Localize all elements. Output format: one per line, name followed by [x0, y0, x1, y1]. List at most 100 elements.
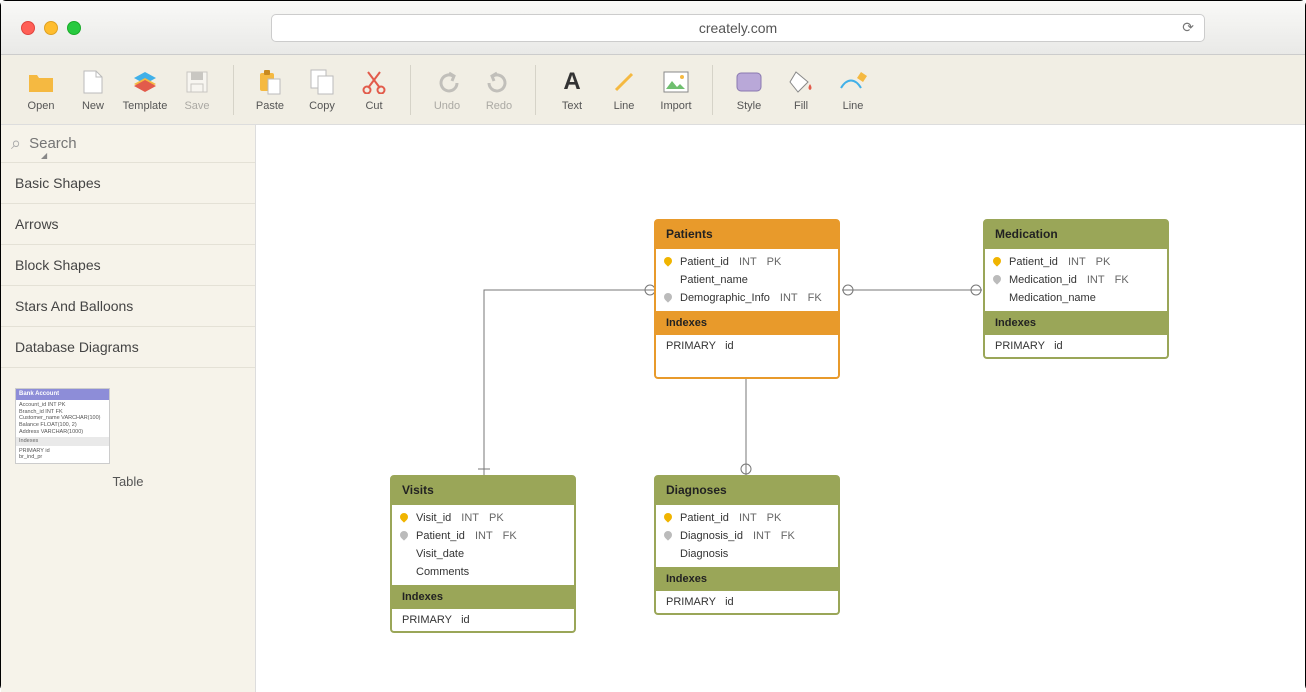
url-text: creately.com [699, 20, 777, 36]
import-button[interactable]: Import [650, 68, 702, 112]
thumb-body: Account_id INT PK Branch_id INT FK Custo… [16, 400, 109, 437]
shape-palette: Bank Account Account_id INT PK Branch_id… [1, 368, 255, 509]
style-button[interactable]: Style [723, 68, 775, 112]
sidebar-item-database-diagrams[interactable]: Database Diagrams [1, 327, 255, 368]
open-button[interactable]: Open [15, 68, 67, 112]
fill-icon [787, 68, 815, 96]
text-icon: A [558, 68, 586, 96]
line-style-button[interactable]: Line [827, 68, 879, 112]
cut-icon [360, 68, 388, 96]
cut-label: Cut [365, 100, 382, 112]
table-header: Diagnoses [656, 477, 838, 505]
maximize-window-button[interactable] [67, 21, 81, 35]
table-header: Medication [985, 221, 1167, 249]
sidebar-item-arrows[interactable]: Arrows [1, 204, 255, 245]
index-row: PRIMARY id [392, 609, 574, 631]
new-button[interactable]: New [67, 68, 119, 112]
text-tool-button[interactable]: A Text [546, 68, 598, 112]
index-row: PRIMARY id [656, 591, 838, 613]
sidebar: ⌕ ◢ Basic Shapes Arrows Block Shapes Sta… [1, 125, 256, 692]
canvas[interactable]: Patients Patient_idINTPK Patient_name De… [256, 125, 1305, 692]
style-icon [735, 68, 763, 96]
key-icon [400, 549, 410, 559]
new-label: New [82, 100, 104, 112]
thumb-row: Customer_name VARCHAR(100) [19, 415, 106, 422]
reload-icon[interactable]: ⟳ [1182, 19, 1194, 36]
thumb-caption: Table [15, 474, 241, 489]
template-label: Template [123, 100, 168, 112]
table-diagnoses[interactable]: Diagnoses Patient_idINTPK Diagnosis_idIN… [654, 475, 840, 615]
thumb-idx-row: PRIMARY id [19, 448, 106, 455]
minimize-window-button[interactable] [44, 21, 58, 35]
undo-icon [433, 68, 461, 96]
sidebar-item-block-shapes[interactable]: Block Shapes [1, 245, 255, 286]
line-tool-button[interactable]: Line [598, 68, 650, 112]
cut-button[interactable]: Cut [348, 68, 400, 112]
key-icon [664, 293, 674, 303]
redo-button[interactable]: Redo [473, 68, 525, 112]
save-icon [183, 68, 211, 96]
sidebar-item-basic-shapes[interactable]: Basic Shapes [1, 163, 255, 204]
address-bar[interactable]: creately.com ⟳ [271, 14, 1205, 42]
thumb-row: Branch_id INT FK [19, 409, 106, 416]
template-icon [131, 68, 159, 96]
table-row: Demographic_InfoINTFK [656, 289, 838, 307]
index-row: PRIMARY id [985, 335, 1167, 357]
copy-label: Copy [309, 100, 335, 112]
key-icon [400, 567, 410, 577]
save-button[interactable]: Save [171, 68, 223, 112]
undo-button[interactable]: Undo [421, 68, 473, 112]
thumb-row: Balance FLOAT(100, 2) [19, 422, 106, 429]
index-row: PRIMARY id [656, 335, 838, 357]
table-row: Patient_idINTPK [656, 509, 838, 527]
expand-icon[interactable]: ◢ [41, 151, 47, 160]
pencil-line-icon [839, 68, 867, 96]
toolbar-separator [410, 65, 411, 115]
table-row: Patient_idINTPK [656, 253, 838, 271]
thumb-title: Bank Account [16, 389, 109, 400]
key-icon [664, 257, 674, 267]
page-icon [79, 68, 107, 96]
copy-button[interactable]: Copy [296, 68, 348, 112]
key-icon [993, 257, 1003, 267]
table-header: Visits [392, 477, 574, 505]
table-row: Patient_idINTPK [985, 253, 1167, 271]
table-row: Medication_idINTFK [985, 271, 1167, 289]
thumb-indexes-label: Indexes [16, 437, 109, 446]
search-row: ⌕ ◢ [1, 125, 255, 163]
key-icon [400, 531, 410, 541]
text-label: Text [562, 100, 582, 112]
search-input[interactable] [29, 135, 245, 152]
table-row: Visit_date [392, 545, 574, 563]
table-shape-thumbnail[interactable]: Bank Account Account_id INT PK Branch_id… [15, 388, 110, 464]
paste-icon [256, 68, 284, 96]
toolbar-separator [712, 65, 713, 115]
fill-button[interactable]: Fill [775, 68, 827, 112]
table-patients[interactable]: Patients Patient_idINTPK Patient_name De… [654, 219, 840, 379]
paste-button[interactable]: Paste [244, 68, 296, 112]
toolbar-separator [233, 65, 234, 115]
table-medication[interactable]: Medication Patient_idINTPK Medication_id… [983, 219, 1169, 359]
table-row: Comments [392, 563, 574, 581]
open-label: Open [28, 100, 55, 112]
key-icon [664, 549, 674, 559]
table-row: Patient_idINTFK [392, 527, 574, 545]
line-label: Line [614, 100, 635, 112]
thumb-idx-row: br_ind_pr [19, 454, 106, 461]
undo-label: Undo [434, 100, 460, 112]
key-icon [664, 275, 674, 285]
line-icon [610, 68, 638, 96]
table-visits[interactable]: Visits Visit_idINTPK Patient_idINTFK Vis… [390, 475, 576, 633]
thumb-row: Address VARCHAR(1000) [19, 429, 106, 436]
copy-icon [308, 68, 336, 96]
sidebar-item-stars-balloons[interactable]: Stars And Balloons [1, 286, 255, 327]
close-window-button[interactable] [21, 21, 35, 35]
toolbar-separator [535, 65, 536, 115]
key-icon [400, 513, 410, 523]
line-style-label: Line [843, 100, 864, 112]
save-label: Save [184, 100, 209, 112]
indexes-header: Indexes [656, 311, 838, 335]
fill-label: Fill [794, 100, 808, 112]
import-icon [662, 68, 690, 96]
template-button[interactable]: Template [119, 68, 171, 112]
